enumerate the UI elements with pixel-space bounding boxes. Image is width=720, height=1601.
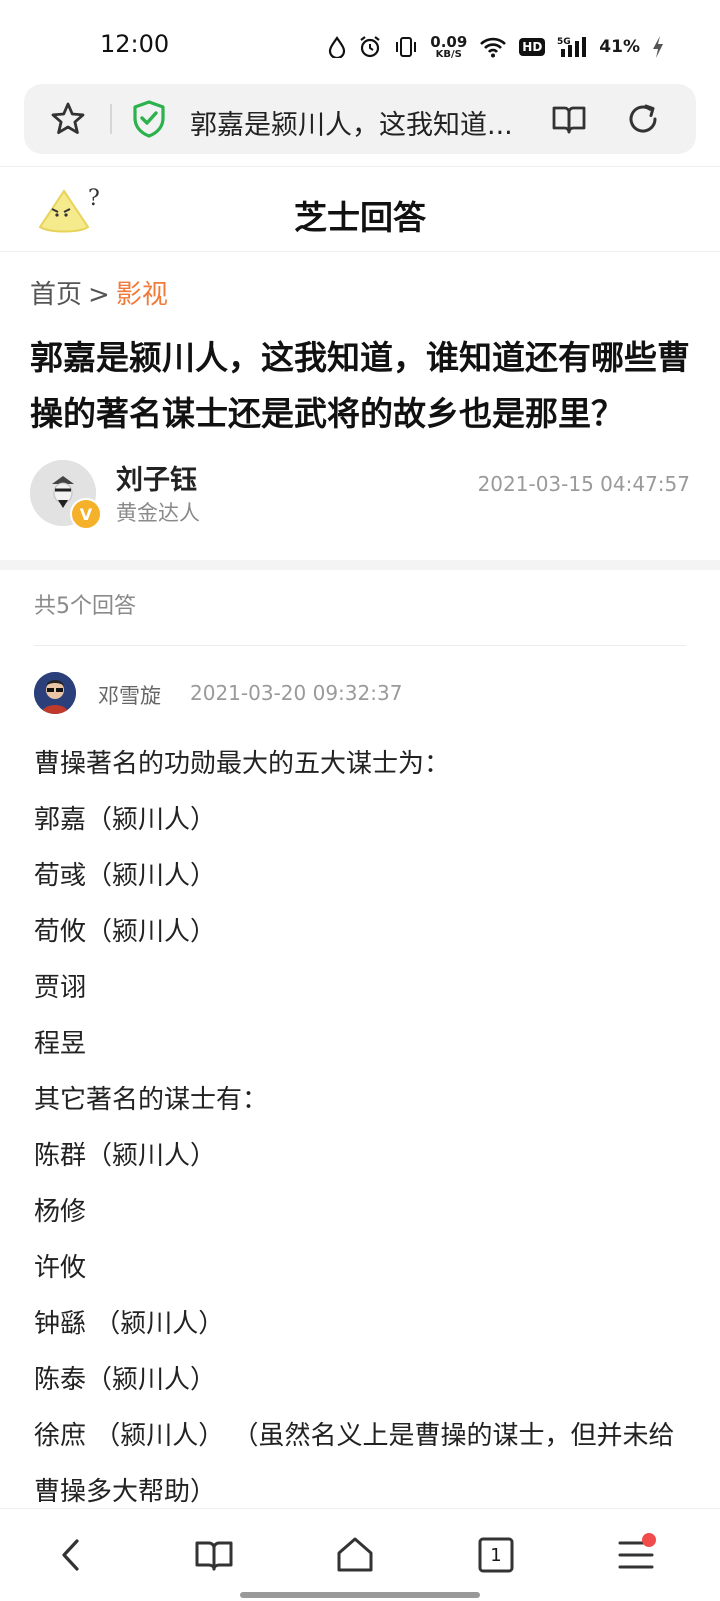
answer-body: 曹操著名的功勋最大的五大谋士为： 郭嘉（颍川人） 荀彧（颍川人） 荀攸（颍川人）… — [34, 736, 686, 1520]
answer-line: 程昱 — [34, 1029, 87, 1059]
wifi-icon — [479, 36, 507, 58]
question-time: 2021-03-15 04:47:57 — [477, 472, 690, 496]
network-speed: 0.09 KB/S — [430, 32, 468, 60]
home-indicator[interactable] — [240, 1592, 480, 1598]
bottom-navigation: 1 — [0, 1508, 720, 1601]
answerer-name[interactable]: 邓雪旋 — [98, 680, 161, 710]
breadcrumb-separator: > — [88, 280, 110, 310]
answer-line: 钟繇 （颍川人） — [34, 1309, 225, 1339]
answer-line: 贾诩 — [34, 973, 87, 1003]
section-divider — [0, 560, 720, 570]
network-speed-value: 0.09 — [430, 32, 468, 51]
tabs-count: 1 — [490, 1544, 502, 1566]
back-icon[interactable] — [48, 1531, 96, 1579]
breadcrumb-current[interactable]: 影视 — [116, 280, 168, 310]
address-bar[interactable]: 郭嘉是颍川人，这我知道... — [24, 84, 696, 154]
answer-line: 荀彧（颍川人） — [34, 861, 217, 891]
asker-verified-badge: V — [70, 498, 102, 530]
status-bar: 12:00 0.09 KB/S HD 5G 41% — [0, 0, 720, 82]
answer-line: 杨修 — [34, 1197, 87, 1227]
vibrate-icon — [394, 36, 418, 58]
breadcrumb-home[interactable]: 首页 — [30, 280, 82, 310]
breadcrumb: 首页 > 影视 — [30, 274, 168, 311]
reader-mode-icon[interactable] — [550, 100, 588, 138]
tabs-button[interactable]: 1 — [472, 1531, 520, 1579]
answer-time: 2021-03-20 09:32:37 — [190, 681, 403, 705]
hd-badge: HD — [519, 38, 546, 56]
answer-line: 其它著名的谋士有： — [34, 1085, 269, 1115]
url-text[interactable]: 郭嘉是颍川人，这我知道... — [190, 103, 550, 142]
site-title: 芝士回答 — [294, 198, 426, 237]
answer-line: 荀攸（颍川人） — [34, 917, 217, 947]
network-speed-unit: KB/S — [435, 48, 462, 60]
menu-icon — [618, 1533, 656, 1571]
tabs-icon: 1 — [478, 1537, 514, 1573]
battery-level: 41% — [599, 37, 640, 57]
security-shield-icon[interactable] — [132, 100, 166, 138]
charging-icon — [652, 35, 664, 59]
site-header: ? 芝士回答 — [0, 166, 720, 252]
answerer-avatar[interactable] — [34, 672, 76, 714]
cellular-signal-icon: 5G — [557, 35, 587, 59]
asker-avatar[interactable]: V — [30, 460, 102, 530]
answer-line: 许攸 — [34, 1253, 87, 1283]
status-time: 12:00 — [100, 30, 170, 58]
asker-name[interactable]: 刘子钰 — [116, 458, 197, 497]
home-icon[interactable] — [331, 1531, 379, 1579]
bookmarks-icon[interactable] — [190, 1531, 238, 1579]
answer-line: 徐庶 （颍川人） （虽然名义上是曹操的谋士，但并未给曹操多大帮助） — [34, 1421, 675, 1507]
question-title: 郭嘉是颍川人，这我知道，谁知道还有哪些曹操的著名谋士还是武将的故乡也是那里？ — [30, 338, 690, 433]
status-icons: 0.09 KB/S HD 5G 41% — [328, 32, 664, 62]
asker-level: 黄金达人 — [116, 501, 200, 525]
answer-line: 曹操著名的功勋最大的五大谋士为： — [34, 749, 451, 779]
menu-button[interactable] — [612, 1531, 660, 1579]
answer-divider — [34, 645, 686, 646]
answer-line: 陈泰（颍川人） — [34, 1365, 217, 1395]
alarm-icon — [358, 35, 382, 59]
answer-line: 郭嘉（颍川人） — [34, 805, 217, 835]
address-bar-divider — [110, 104, 112, 134]
refresh-icon[interactable] — [624, 100, 662, 138]
water-drop-icon — [328, 36, 346, 58]
answer-line: 陈群（颍川人） — [34, 1141, 217, 1171]
answer-count: 共5个回答 — [34, 594, 136, 619]
notification-dot — [642, 1533, 656, 1547]
bookmark-star-icon[interactable] — [49, 100, 87, 138]
